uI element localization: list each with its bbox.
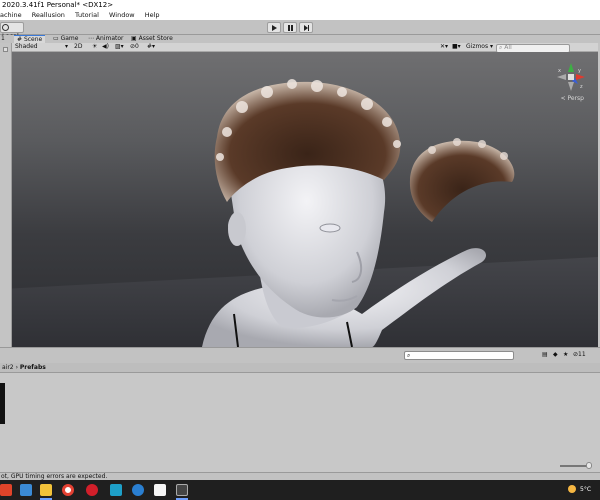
os-taskbar: 5°C: [0, 480, 600, 500]
2d-toggle[interactable]: 2D: [74, 43, 82, 52]
hidden-packages-toggle[interactable]: ⊘11: [573, 351, 586, 358]
weather-icon[interactable]: [568, 485, 576, 493]
project-panel-header: ⌕ ▤ ◆ ★ ⊘11: [0, 347, 600, 363]
animator-tab-icon: ⋯: [88, 35, 94, 42]
audio-toggle-icon[interactable]: ◀): [102, 43, 109, 52]
filter-by-label-icon[interactable]: ◆: [553, 351, 558, 358]
menu-item-window[interactable]: Window: [109, 10, 135, 20]
local-icon: [2, 23, 9, 31]
character-render: [202, 79, 515, 347]
favorite-icon[interactable]: ★: [563, 351, 568, 358]
task-view-icon[interactable]: [20, 484, 32, 496]
unity-editor-icon[interactable]: [176, 484, 188, 496]
menu-item-machine[interactable]: achine: [0, 10, 22, 20]
pause-icon: [287, 25, 293, 31]
project-asset-grid[interactable]: [0, 373, 600, 469]
svg-text:y: y: [578, 68, 581, 74]
orientation-gizmo[interactable]: y z x: [556, 62, 586, 92]
scene-tab-bar: 1 # Scene ▭ Game ⋯ Animator ▣ Asset Stor…: [0, 35, 600, 43]
left-panel-edge: [0, 43, 12, 347]
play-icon: [271, 25, 277, 31]
scene-viewport[interactable]: y z x < Persp: [12, 52, 598, 347]
tab-animator[interactable]: ⋯ Animator: [85, 35, 127, 43]
project-search-input[interactable]: ⌕: [404, 351, 514, 360]
lighting-toggle-icon[interactable]: ☀: [92, 43, 97, 52]
tab-scene[interactable]: # Scene: [14, 35, 46, 43]
main-toolbar: Local: [0, 20, 600, 40]
camera-settings-icon[interactable]: ■▾: [452, 43, 461, 52]
pause-button[interactable]: [283, 22, 297, 33]
tools-icon[interactable]: ✕▾: [440, 43, 448, 52]
search-icon: ⌕: [499, 44, 503, 51]
breadcrumb-parent[interactable]: air2: [2, 364, 14, 371]
media-app-icon[interactable]: [110, 484, 122, 496]
menu-item-help[interactable]: Help: [145, 10, 160, 20]
weather-temperature[interactable]: 5°C: [580, 486, 591, 493]
tab-asset-store[interactable]: ▣ Asset Store: [128, 35, 176, 43]
status-message: ot, GPU timing errors are expected.: [1, 473, 108, 480]
shading-mode-dropdown[interactable]: Shaded ▾: [15, 43, 75, 52]
scene-tab-icon: #: [17, 36, 23, 43]
window-title: 2020.3.41f1 Personal* <DX12>: [0, 0, 600, 10]
svg-text:x: x: [558, 68, 561, 74]
panel-toggle-icon[interactable]: [3, 47, 8, 52]
scene-view-toolbar: Shaded ▾ 2D ☀ ◀) ▨▾ ⊘0 #▾ ✕▾ ■▾ Gizmos ▾…: [12, 43, 600, 53]
opera-icon[interactable]: [86, 484, 98, 496]
asset-store-tab-icon: ▣: [131, 35, 137, 42]
menu-item-reallusion[interactable]: Reallusion: [32, 10, 65, 20]
effects-toggle-icon[interactable]: ▨▾: [115, 43, 124, 52]
layers-count: 1: [1, 35, 5, 42]
pivot-local-toggle[interactable]: Local: [0, 22, 24, 40]
svg-text:z: z: [580, 84, 583, 90]
file-explorer-icon[interactable]: [40, 484, 52, 496]
tab-game[interactable]: ▭ Game: [50, 35, 81, 43]
filter-by-type-icon[interactable]: ▤: [542, 351, 548, 358]
gizmos-dropdown[interactable]: Gizmos ▾: [466, 43, 493, 52]
game-tab-icon: ▭: [53, 35, 59, 42]
console-status-bar[interactable]: ot, GPU timing errors are expected.: [0, 472, 600, 480]
projection-label[interactable]: < Persp: [561, 95, 584, 102]
hidden-objects-toggle[interactable]: ⊘0: [130, 43, 139, 52]
chrome-icon[interactable]: [62, 484, 74, 496]
play-button[interactable]: [267, 22, 281, 33]
breadcrumb: air2 › Prefabs: [0, 363, 600, 373]
icon-size-slider-handle[interactable]: [586, 462, 592, 469]
breadcrumb-current: Prefabs: [19, 364, 46, 371]
character-creator-icon[interactable]: [132, 484, 144, 496]
grid-toggle-icon[interactable]: #▾: [147, 43, 155, 52]
menu-bar: achine Reallusion Tutorial Window Help: [0, 10, 600, 20]
chevron-down-icon: ▾: [65, 43, 69, 50]
unity-hub-icon[interactable]: [154, 484, 166, 496]
step-button[interactable]: [299, 22, 313, 33]
start-app-icon[interactable]: [0, 484, 12, 496]
search-icon: ⌕: [407, 352, 411, 359]
menu-item-tutorial[interactable]: Tutorial: [75, 10, 99, 20]
asset-thumbnail[interactable]: [0, 383, 5, 424]
